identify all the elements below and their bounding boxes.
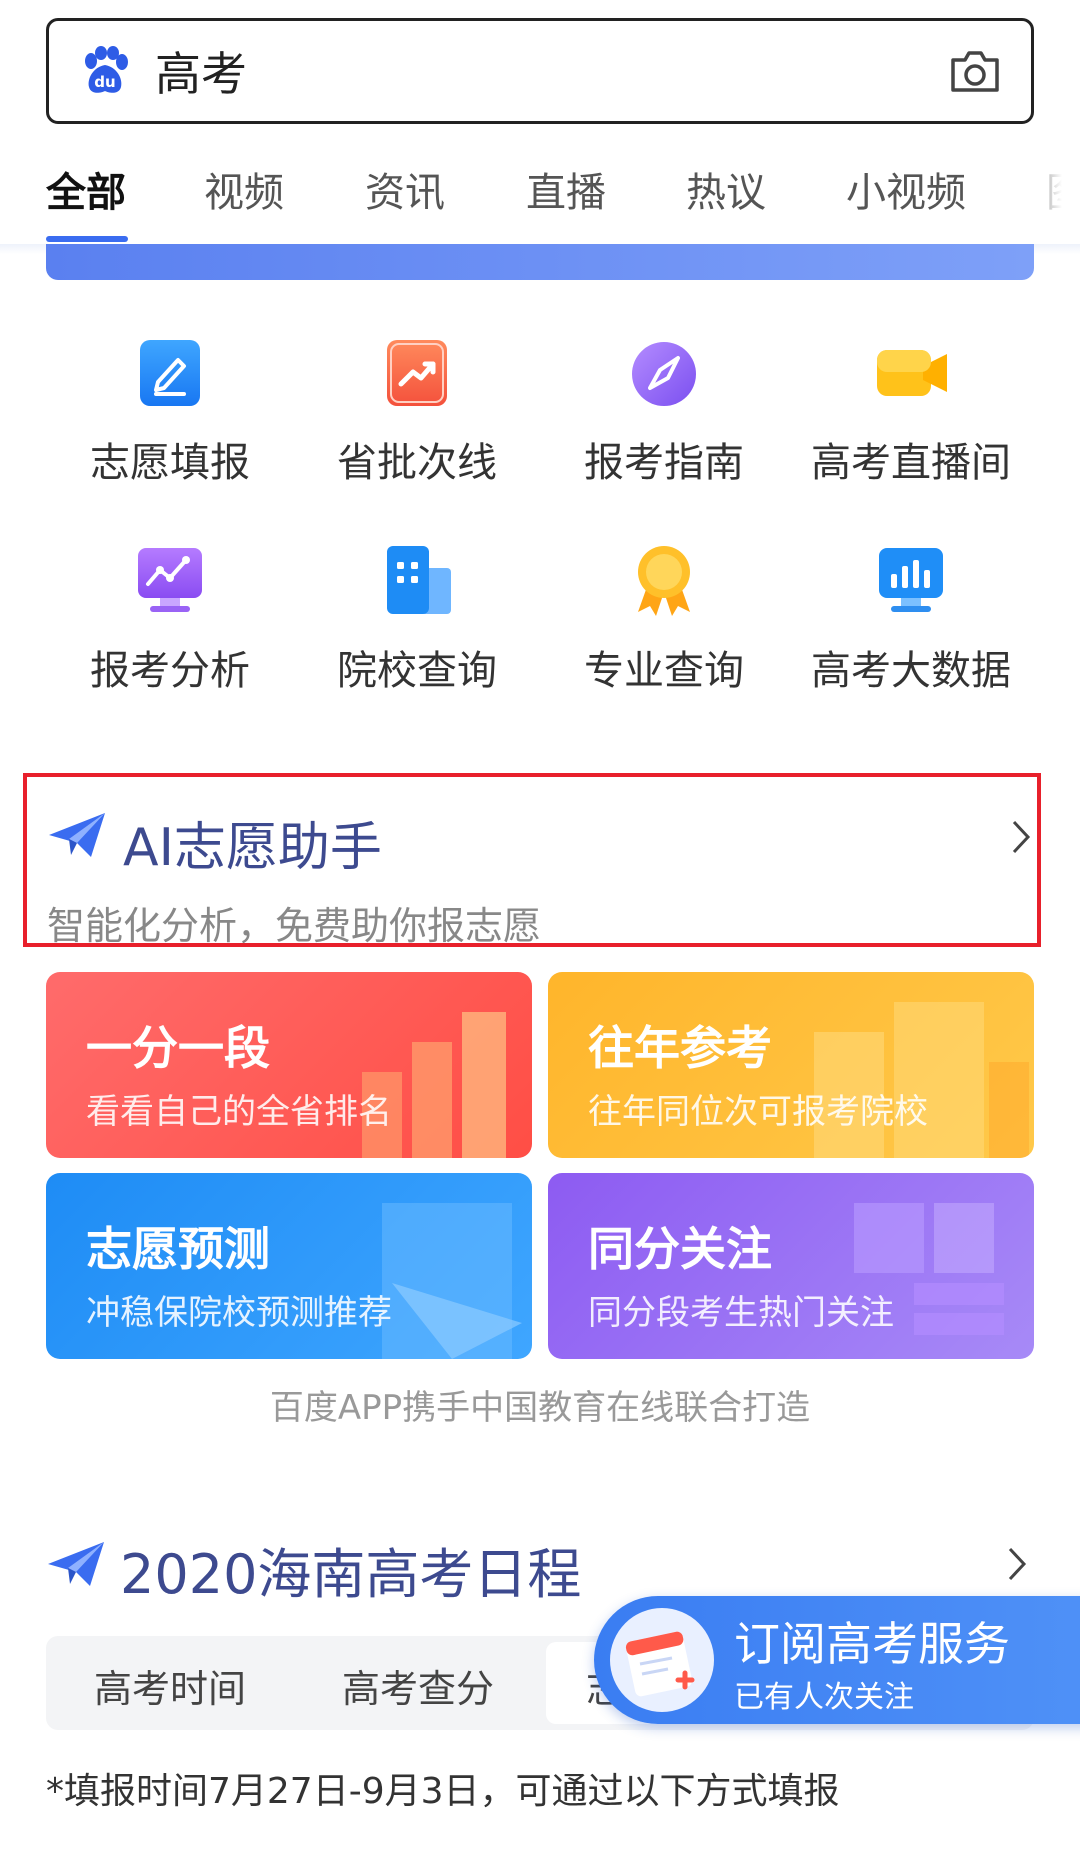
card-title: 同分关注 <box>588 1222 772 1276</box>
card-subtitle: 冲稳保院校预测推荐 <box>86 1293 392 1333</box>
baidu-paw-icon: du <box>85 46 128 93</box>
grid-label: 志愿填报 <box>90 440 250 486</box>
card-subtitle: 看看自己的全省排名 <box>86 1092 392 1132</box>
bar-monitor-icon <box>879 548 943 612</box>
subscribe-title: 订阅高考服务 <box>734 1617 1010 1671</box>
card-title: 志愿预测 <box>86 1222 270 1276</box>
grid-label: 高考直播间 <box>811 440 1011 486</box>
grid-label: 报考指南 <box>584 440 744 486</box>
grid-item-volunteer-fill[interactable]: 志愿填报 <box>45 332 295 488</box>
video-icon <box>877 350 947 396</box>
tab-news[interactable]: 资讯 <box>365 160 445 218</box>
grid-label: 院校查询 <box>337 648 497 694</box>
ai-assistant-title: AI志愿助手 <box>123 818 382 878</box>
paper-plane-icon <box>49 813 105 857</box>
grid-item-major-query[interactable]: 专业查询 <box>539 540 789 696</box>
grid-label: 省批次线 <box>337 440 497 486</box>
tab-discussion[interactable]: 热议 <box>686 160 766 218</box>
card-score-rank[interactable]: 一分一段 看看自己的全省排名 <box>46 972 532 1158</box>
search-input[interactable]: 高考 <box>155 38 949 104</box>
subscribe-subtitle: 已有人次关注 <box>734 1680 914 1715</box>
trend-icon <box>387 340 447 406</box>
pencil-icon <box>140 340 200 406</box>
card-past-reference[interactable]: 往年参考 往年同位次可报考院校 <box>548 972 1034 1158</box>
tab-live[interactable]: 直播 <box>526 160 606 218</box>
card-same-score[interactable]: 同分关注 同分段考生热门关注 <box>548 1173 1034 1359</box>
chevron-right-icon[interactable] <box>1005 1546 1029 1582</box>
category-tabs: 全部 视频 资讯 直播 热议 小视频 图 <box>0 150 1080 244</box>
subscribe-service-button[interactable]: 订阅高考服务 已有人次关注 <box>594 1596 1080 1724</box>
card-subtitle: 往年同位次可报考院校 <box>588 1092 928 1132</box>
search-bar[interactable]: du 高考 <box>46 18 1034 124</box>
grid-item-school-query[interactable]: 院校查询 <box>292 540 542 696</box>
chevron-right-icon[interactable] <box>1009 819 1033 855</box>
credit-text: 百度APP携手中国教育在线联合打造 <box>269 1388 811 1428</box>
active-tab-indicator <box>46 236 128 242</box>
schedule-note: *填报时间7月27日-9月3日，可通过以下方式填报 <box>46 1771 840 1812</box>
tab-video[interactable]: 视频 <box>204 160 284 218</box>
schedule-tab-score-query[interactable]: 高考查分 <box>342 1658 494 1713</box>
tab-all[interactable]: 全部 <box>46 160 126 218</box>
building-icon <box>387 546 451 614</box>
banner-strip[interactable] <box>46 244 1034 280</box>
card-title: 一分一段 <box>86 1021 270 1075</box>
ai-assistant-panel[interactable]: AI志愿助手 智能化分析，免费助你报志愿 <box>23 773 1041 948</box>
schedule-title: 2020海南高考日程 <box>120 1543 582 1606</box>
grid-item-live-room[interactable]: 高考直播间 <box>786 332 1036 488</box>
card-subtitle: 同分段考生热门关注 <box>588 1293 894 1333</box>
compass-icon <box>632 342 696 406</box>
tab-fade <box>1020 150 1080 244</box>
ai-assistant-subtitle: 智能化分析，免费助你报志愿 <box>47 904 542 948</box>
grid-label: 专业查询 <box>584 648 744 694</box>
calendar-icon <box>610 1608 714 1712</box>
svg-text:du: du <box>94 73 115 91</box>
tab-short-video[interactable]: 小视频 <box>846 160 966 218</box>
card-title: 往年参考 <box>588 1021 772 1075</box>
grid-item-analysis[interactable]: 报考分析 <box>45 540 295 696</box>
grid-item-province-line[interactable]: 省批次线 <box>292 332 542 488</box>
paper-plane-icon <box>48 1542 104 1586</box>
grid-item-guide[interactable]: 报考指南 <box>539 332 789 488</box>
schedule-tab-exam-time[interactable]: 高考时间 <box>94 1658 246 1713</box>
card-volunteer-predict[interactable]: 志愿预测 冲稳保院校预测推荐 <box>46 1173 532 1359</box>
medal-icon <box>638 546 690 616</box>
camera-icon[interactable] <box>949 48 1001 94</box>
grid-item-big-data[interactable]: 高考大数据 <box>786 540 1036 696</box>
grid-label: 报考分析 <box>90 648 250 694</box>
chart-monitor-icon <box>138 548 202 612</box>
grid-label: 高考大数据 <box>811 648 1011 694</box>
